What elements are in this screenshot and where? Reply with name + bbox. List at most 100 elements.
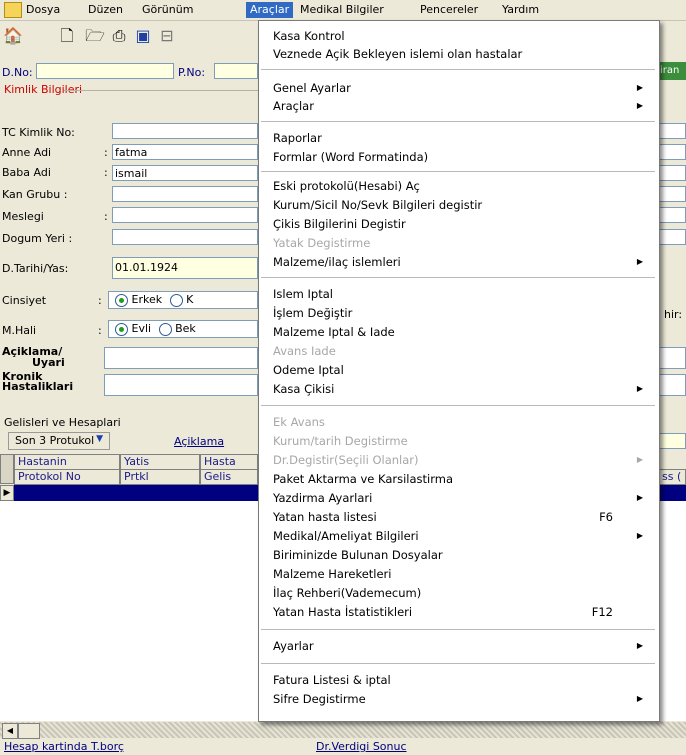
submenu-arrow-icon: ▶ (636, 101, 643, 110)
mhali-radio-group: Evli Bek (108, 320, 258, 338)
right-field-2[interactable] (658, 144, 686, 160)
kronik-label-line2: Hastaliklari (2, 380, 74, 393)
menu-separator (261, 171, 655, 172)
menu-item-raporlar[interactable]: Raporlar (273, 129, 653, 147)
menu-item-yazdirma-ayarlari[interactable]: Yazdirma Ayarlari ▶ (273, 489, 653, 507)
menu-separator (261, 121, 655, 122)
menu-bar: Dosya Düzen Görünüm Araçlar Medikal Bilg… (0, 0, 686, 21)
menu-item-malzeme-hareketleri[interactable]: Malzeme Hareketleri (273, 565, 653, 583)
menu-item-eski-protokol[interactable]: Eski protokolü(Hesabi) Aç (273, 177, 653, 195)
grid-header-prtkl[interactable]: Prtkl (120, 469, 200, 485)
menu-item-kurum-sicil[interactable]: Kurum/Sicil No/Sevk Bilgileri degistir (273, 196, 653, 214)
menu-item-kurum-tarih: Kurum/tarih Degistirme (273, 434, 408, 448)
submenu-arrow-icon: ▶ (636, 455, 643, 464)
meslegi-colon: : (104, 210, 108, 223)
tarih-field[interactable]: 01.01.1924 (112, 257, 258, 279)
menu-item-biriminizde[interactable]: Biriminizde Bulunan Dosyalar (273, 546, 653, 564)
menu-gorunum[interactable]: Görünüm (138, 2, 197, 18)
grid-header-gelis[interactable]: Gelis (200, 469, 258, 485)
tc-field[interactable] (112, 123, 258, 139)
grid-header-yatis[interactable]: Yatis (120, 454, 200, 470)
kan-field[interactable] (112, 186, 258, 202)
toolbar-home-icon[interactable]: 🏠 (2, 26, 24, 46)
p-no-field[interactable] (214, 63, 258, 79)
menu-item-veznede[interactable]: Veznede Açik Bekleyen islemi olan hastal… (273, 45, 653, 63)
menu-dosya[interactable]: Dosya (22, 2, 64, 18)
cinsiyet-colon: : (98, 294, 102, 307)
dogum-label: Dogum Yeri : (2, 232, 73, 245)
menu-item-cikis-bilgileri[interactable]: Çikis Bilgilerini Degistir (273, 215, 653, 233)
right-field-1[interactable] (658, 123, 686, 139)
d-no-field[interactable] (36, 63, 174, 79)
submenu-arrow-icon: ▶ (636, 694, 643, 703)
baba-field[interactable]: ismail (112, 165, 258, 181)
menu-item-kasa-kontrol[interactable]: Kasa Kontrol (273, 27, 653, 45)
menu-item-ek-avans: Ek Avans (273, 415, 325, 429)
shortcut-f6: F6 (599, 510, 613, 524)
cinsiyet-erkek-radio[interactable] (115, 293, 128, 307)
right-field-6[interactable] (658, 229, 686, 245)
menu-item-ilac-rehberi[interactable]: İlaç Rehberi(Vademecum) (273, 584, 653, 602)
scroll-thumb[interactable] (18, 723, 40, 739)
save-icon[interactable]: ▣ (132, 26, 154, 46)
menu-pencereler[interactable]: Pencereler (416, 2, 482, 18)
right-action-button[interactable]: iran (656, 62, 686, 80)
new-document-icon[interactable]: 🗋 (56, 26, 78, 46)
meslegi-field[interactable] (112, 207, 258, 223)
aciklama-link[interactable]: Açiklama (174, 435, 224, 448)
menu-item-sifre-degistirme[interactable]: Sifre Degistirme ▶ (273, 690, 653, 708)
menu-yardim[interactable]: Yardım (498, 2, 543, 18)
menu-item-islem-iptal[interactable]: Islem Iptal (273, 285, 653, 303)
menu-duzen[interactable]: Düzen (84, 2, 127, 18)
right-field-4[interactable] (658, 186, 686, 202)
right-field-7[interactable] (658, 347, 686, 369)
mhali-bekar-radio[interactable] (158, 322, 172, 336)
kronik-field[interactable] (104, 374, 258, 396)
submenu-arrow-icon: ▶ (636, 641, 643, 650)
menu-item-medikal-ameliyat[interactable]: Medikal/Ameliyat Bilgileri ▶ (273, 527, 653, 545)
menu-item-malzeme-ilac[interactable]: Malzeme/ilaç islemleri ▶ (273, 253, 653, 271)
print-preview-icon[interactable]: ⎙ (108, 26, 130, 46)
status-hesap-karti[interactable]: Hesap kartinda T.borç (4, 740, 124, 753)
toolbar-extra-icon[interactable]: ⊟ (156, 26, 178, 46)
menu-item-formlar[interactable]: Formlar (Word Formatinda) (273, 148, 653, 166)
menu-item-malzeme-iptal[interactable]: Malzeme Iptal & Iade (273, 323, 653, 341)
aciklama-field[interactable] (104, 347, 258, 369)
grid-header-right-fragment[interactable]: ss ( (658, 469, 686, 485)
grid-header-protokol-no[interactable]: Protokol No (14, 469, 120, 485)
menu-item-islem-degistir[interactable]: İşlem Değiştir (273, 304, 653, 322)
group-divider (64, 90, 258, 91)
right-yellow-field[interactable] (658, 433, 686, 449)
menu-item-fatura-listesi[interactable]: Fatura Listesi & iptal (273, 671, 653, 689)
right-field-5[interactable] (658, 207, 686, 223)
menu-medikal-bilgiler[interactable]: Medikal Bilgiler (296, 2, 388, 18)
menu-item-paket-aktarma[interactable]: Paket Aktarma ve Karsilastirma (273, 470, 653, 488)
mhali-colon: : (98, 324, 102, 337)
submenu-arrow-icon: ▶ (636, 384, 643, 393)
open-folder-icon[interactable]: 🗁 (84, 26, 106, 46)
menu-item-avans-iade: Avans Iade (273, 344, 336, 358)
menu-item-araclar[interactable]: Araçlar ▶ (273, 97, 653, 115)
menu-separator (261, 663, 655, 664)
anne-field[interactable]: fatma (112, 144, 258, 160)
right-field-8[interactable] (658, 374, 686, 396)
mhali-evli-radio[interactable] (115, 322, 128, 336)
menu-item-odeme-iptal[interactable]: Odeme Iptal (273, 361, 653, 379)
menu-item-yatan-hasta-listesi[interactable]: Yatan hasta listesi F6 (273, 508, 653, 526)
status-dr-sonuc[interactable]: Dr.Verdigi Sonuc (316, 740, 407, 753)
son-protokol-dropdown[interactable]: Son 3 Protukol ▼ (8, 432, 110, 450)
horizontal-scrollbar[interactable] (0, 722, 686, 738)
menu-item-yatan-hasta-istatistik[interactable]: Yatan Hasta İstatistikleri F12 (273, 603, 653, 621)
dogum-field[interactable] (112, 229, 258, 245)
menu-araclar[interactable]: Araçlar (246, 2, 294, 18)
menu-separator (261, 629, 655, 630)
menu-item-genel-ayarlar[interactable]: Genel Ayarlar ▶ (273, 79, 653, 97)
menu-item-kasa-cikisi[interactable]: Kasa Çikisi ▶ (273, 380, 653, 398)
scroll-left-button[interactable]: ◀ (2, 723, 18, 739)
grid-header-hasta[interactable]: Hasta (200, 454, 258, 470)
menu-item-ayarlar[interactable]: Ayarlar ▶ (273, 637, 653, 655)
menu-separator (261, 277, 655, 278)
cinsiyet-kadin-radio[interactable] (169, 293, 183, 307)
grid-header-hastanin[interactable]: Hastanin (14, 454, 120, 470)
right-field-3[interactable] (658, 165, 686, 181)
